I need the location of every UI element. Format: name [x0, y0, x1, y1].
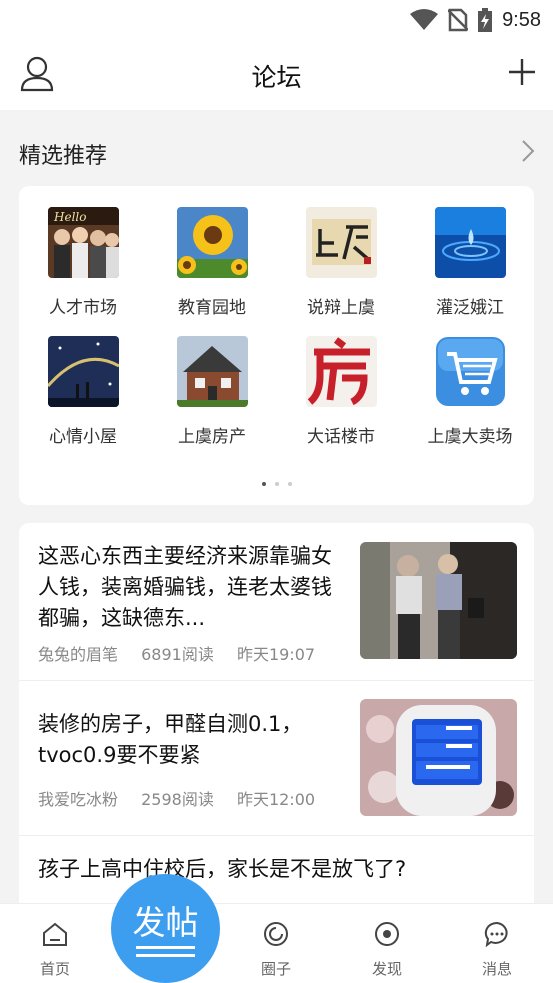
new-post-label: 发帖 — [132, 903, 199, 942]
header: 论坛 — [0, 40, 553, 110]
section-title: 精选推荐 — [19, 144, 108, 169]
tab-discover[interactable]: 发现 — [352, 920, 422, 979]
post-item[interactable]: 装修的房子，甲醛自测0.1，tvoc0.9要不要紧 我爱吃冰粉 2598阅读 昨… — [19, 681, 534, 836]
forum-item-shop[interactable]: 上虞大卖场 — [406, 336, 534, 447]
post-title: 这恶心东西主要经济来源靠骗女人钱，装离婚骗钱，连老太婆钱都骗，这缺德东... — [38, 544, 332, 630]
house-photo — [176, 336, 248, 407]
calligraphy-photo — [305, 207, 377, 278]
fab-line — [136, 954, 195, 957]
forum-item-label: 上虞房产 — [178, 427, 246, 447]
post-meta: 我爱吃冰粉 2598阅读 昨天12:00 — [38, 786, 333, 810]
shopping-cart-icon — [435, 337, 505, 406]
post-title: 装修的房子，甲醛自测0.1，tvoc0.9要不要紧 — [38, 712, 303, 767]
battery-charging-icon — [478, 8, 493, 32]
page-title: 论坛 — [251, 63, 302, 92]
forum-item-river[interactable]: 灌泛娥江 — [406, 207, 534, 318]
post-title: 孩子上高中住校后，家长是不是放飞了? — [38, 857, 407, 881]
page-dot — [261, 482, 266, 486]
forum-item-label: 教育园地 — [178, 298, 246, 318]
night-sky-photo — [46, 336, 120, 407]
tab-circle[interactable]: 圈子 — [241, 920, 311, 979]
forum-item-label: 上虞大卖场 — [427, 427, 513, 447]
page-indicator — [19, 482, 534, 486]
featured-card: Hello 人才市场 教育园地 说辩上虞 灌泛娥江 心情小屋 上虞房产 大话楼市… — [19, 186, 534, 505]
fang-character-photo — [305, 336, 377, 407]
post-author: 兔兔的眉笔 — [38, 645, 119, 664]
forum-item-education[interactable]: 教育园地 — [148, 207, 276, 318]
people-street-photo — [360, 542, 517, 659]
featured-header[interactable]: 精选推荐 — [0, 110, 553, 186]
tab-label: 消息 — [481, 960, 512, 978]
post-time: 昨天19:07 — [236, 645, 316, 664]
formaldehyde-meter-photo — [360, 699, 517, 816]
post-author: 我爱吃冰粉 — [38, 790, 119, 809]
post-time: 昨天12:00 — [236, 790, 316, 809]
forum-item-label: 大话楼市 — [307, 427, 375, 447]
people-photo: Hello — [47, 207, 119, 278]
post-reads: 6891阅读 — [141, 645, 214, 664]
tab-home[interactable]: 首页 — [20, 920, 90, 979]
chevron-right-icon[interactable] — [519, 139, 537, 163]
forum-item-market[interactable]: 大话楼市 — [277, 336, 405, 447]
post-item[interactable]: 这恶心东西主要经济来源靠骗女人钱，装离婚骗钱，连老太婆钱都骗，这缺德东... 兔… — [19, 523, 534, 681]
fab-line — [136, 946, 195, 949]
tab-label: 圈子 — [260, 960, 291, 978]
plus-icon[interactable] — [507, 57, 537, 87]
post-meta: 兔兔的眉笔 6891阅读 昨天19:07 — [38, 641, 333, 665]
compass-icon — [375, 922, 399, 946]
status-bar: 9:58 — [0, 0, 553, 40]
water-drop-photo — [434, 207, 506, 278]
forum-item-people[interactable]: Hello 人才市场 — [19, 207, 147, 318]
bottom-tab-bar: 首页 圈子 发现 消息 — [0, 903, 553, 983]
tab-label: 发现 — [371, 960, 402, 978]
post-item[interactable]: 孩子上高中住校后，家长是不是放飞了? — [19, 836, 534, 903]
wifi-icon — [410, 9, 439, 30]
forum-item-label: 说辩上虞 — [307, 298, 375, 318]
chat-bubble-icon — [484, 921, 508, 948]
post-feed: 这恶心东西主要经济来源靠骗女人钱，装离婚骗钱，连老太婆钱都骗，这缺德东... 兔… — [19, 523, 534, 903]
forum-item-label: 心情小屋 — [49, 427, 117, 447]
svg-text:Hello: Hello — [53, 210, 86, 224]
forum-item-debate[interactable]: 说辩上虞 — [277, 207, 405, 318]
forum-item-label: 人才市场 — [49, 298, 117, 318]
circle-icon — [264, 922, 288, 946]
forum-item-mood[interactable]: 心情小屋 — [19, 336, 147, 447]
status-time: 9:58 — [502, 8, 541, 31]
forum-item-realestate[interactable]: 上虞房产 — [148, 336, 276, 447]
new-post-button[interactable]: 发帖 — [111, 874, 220, 983]
home-icon — [43, 922, 67, 946]
sunflower-photo — [176, 207, 248, 278]
page-dot — [287, 482, 292, 486]
page-dot — [274, 482, 279, 486]
tab-label: 首页 — [39, 960, 70, 978]
no-sim-icon — [448, 8, 469, 32]
tab-messages[interactable]: 消息 — [462, 920, 532, 979]
forum-item-label: 灌泛娥江 — [436, 298, 504, 318]
post-reads: 2598阅读 — [141, 790, 214, 809]
